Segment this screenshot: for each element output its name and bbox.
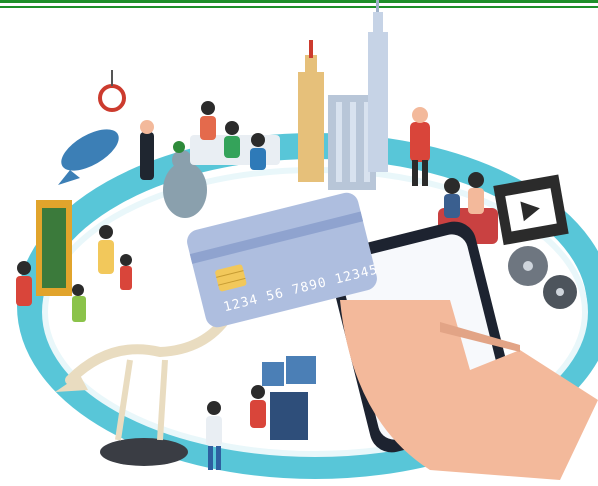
culture-payment-illustration: 1234 56 7890 12345 [16,0,598,480]
film-reel-icon [508,246,577,309]
illustration-frame: 1234 56 7890 12345 [0,0,598,486]
city-buildings [298,0,388,190]
film-strip-icon [493,174,569,246]
man-with-phone [410,107,430,186]
seal-show [140,120,207,218]
dolphin-show [58,70,126,185]
audience-group [190,101,280,170]
